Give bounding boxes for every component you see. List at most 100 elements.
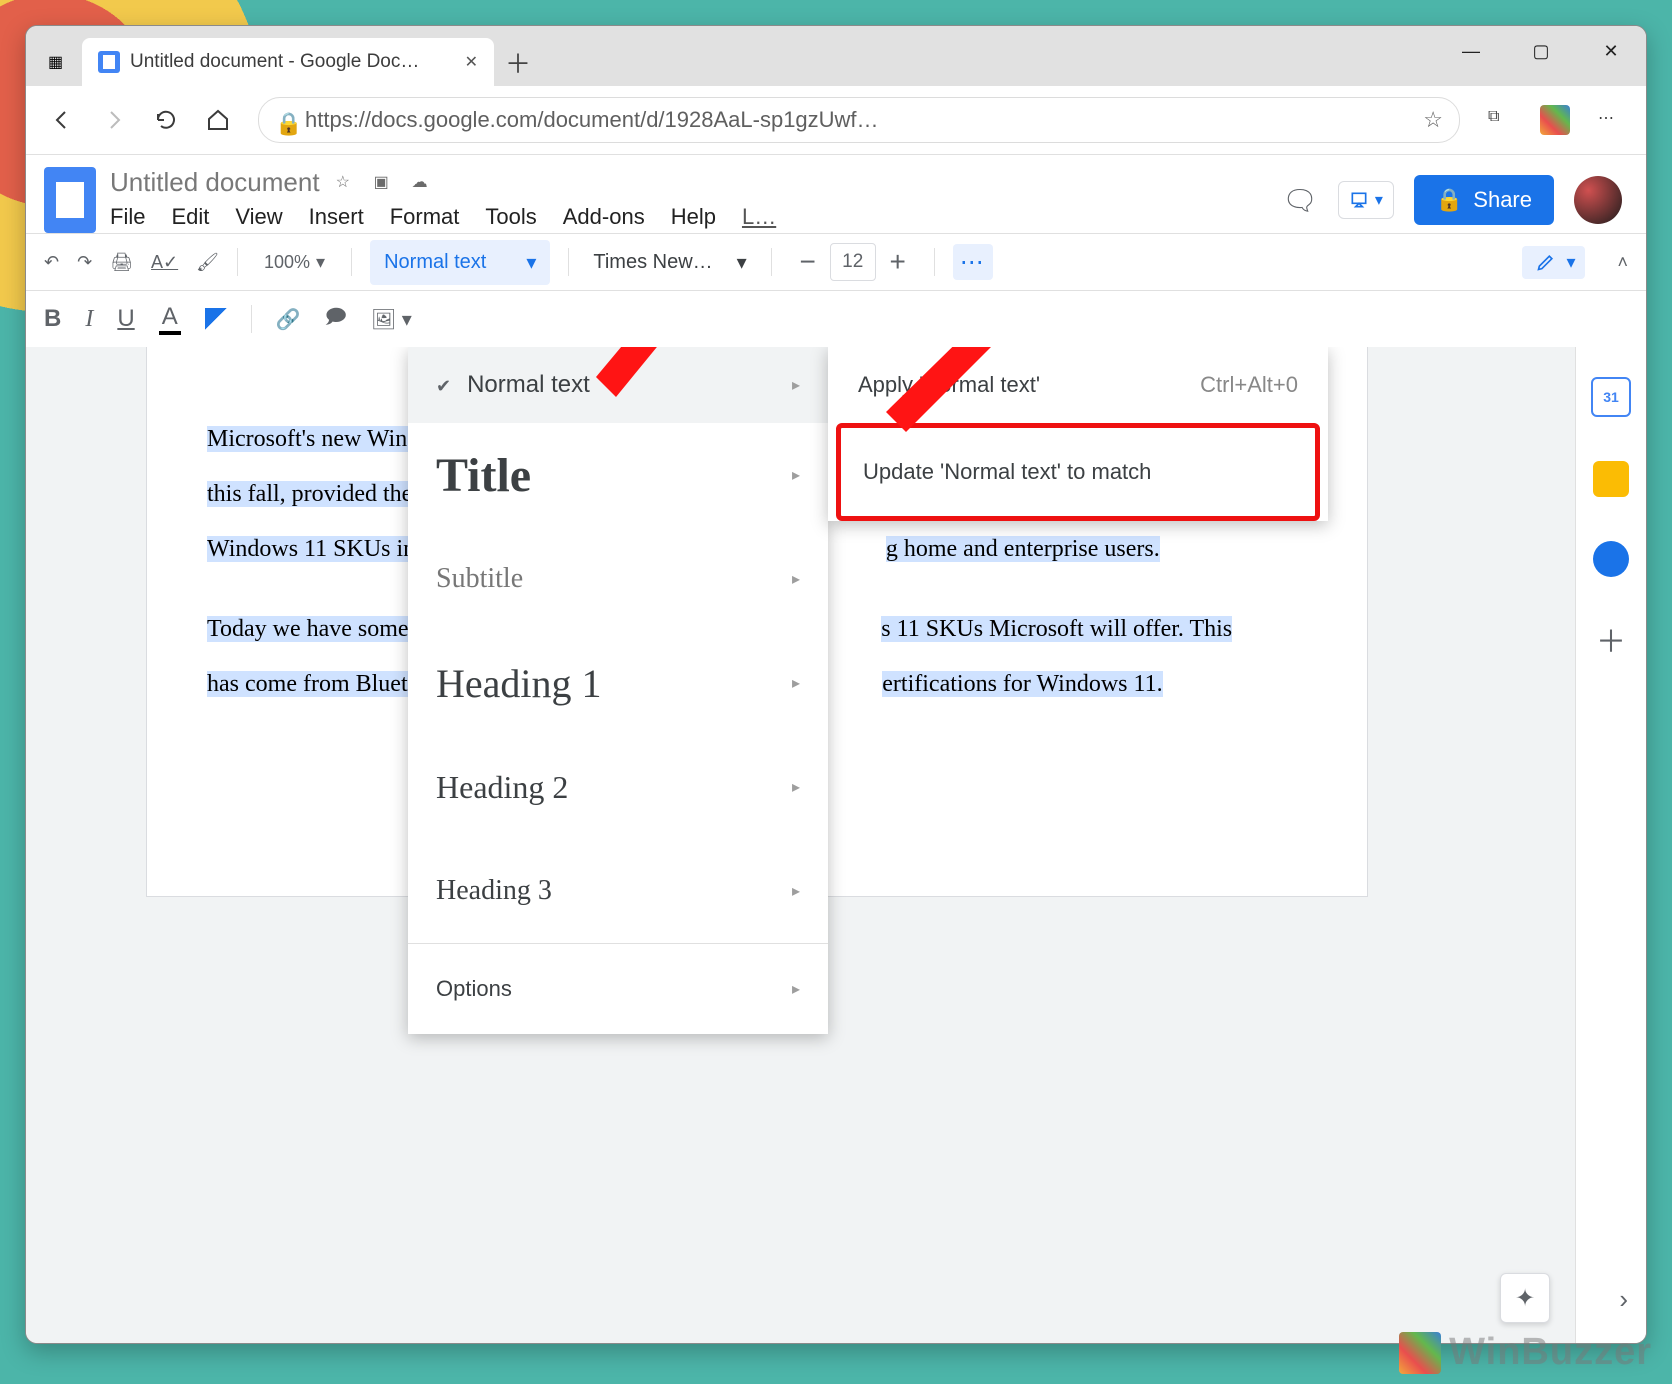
highlight-button[interactable] [205,308,227,330]
style-title[interactable]: Title ▸ [408,423,828,527]
lock-icon: 🔒 [275,111,293,129]
tab-actions-icon[interactable]: ▦ [48,52,70,74]
toolbar-primary: ↶ ↷ 🖨 A✓ 🖌 100% ▾ Normal text▾ Times New… [26,233,1646,290]
present-button[interactable]: ▾ [1338,181,1394,219]
add-addon-icon[interactable]: ＋ [1593,621,1629,657]
side-panel: ＋ [1575,347,1646,1343]
favorite-icon[interactable]: ☆ [1423,107,1443,133]
style-heading-1[interactable]: Heading 1 ▸ [408,631,828,735]
browser-titlebar: ▦ Untitled document - Google Doc… ✕ ＋ — … [26,26,1646,86]
tasks-icon[interactable] [1593,541,1629,577]
doc-text: g home and enterprise users. [886,536,1160,562]
insert-image-icon[interactable]: 🖼 ▾ [371,307,412,332]
home-icon[interactable] [206,108,230,132]
docs-logo[interactable] [44,167,96,233]
url-text: https://docs.google.com/document/d/1928A… [305,107,1411,133]
font-size: − 12 + [790,243,916,281]
keep-icon[interactable] [1593,461,1629,497]
chevron-right-icon: ▸ [792,375,800,395]
browser-tab[interactable]: Untitled document - Google Doc… ✕ [82,38,494,86]
close-tab-icon[interactable]: ✕ [465,52,478,72]
cloud-status-icon[interactable]: ☁ [412,172,434,194]
doc-text: s 11 SKUs Microsoft will offer. This [881,616,1232,642]
annotation-arrow [556,347,736,397]
menu-help[interactable]: Help [671,204,716,230]
font-dropdown[interactable]: Times New…▾ [587,250,752,275]
style-heading-2[interactable]: Heading 2 ▸ [408,735,828,839]
menu-insert[interactable]: Insert [309,204,364,230]
redo-icon[interactable]: ↷ [77,252,92,273]
styles-dropdown: ✔Normal text ▸ Title ▸ Subtitle ▸ Headin… [408,347,828,1034]
font-size-increase[interactable]: + [880,244,916,280]
collapse-toolbar-icon[interactable]: ˄ [1617,252,1628,273]
url-field[interactable]: 🔒 https://docs.google.com/document/d/192… [258,97,1460,143]
annotation-arrow [856,347,1036,432]
text-color-button[interactable]: A [159,303,181,335]
nav-forward-icon [102,108,126,132]
doc-text: ertifications for Windows 11. [882,671,1162,697]
font-size-field[interactable]: 12 [830,243,876,281]
spellcheck-icon[interactable]: A✓ [151,252,178,273]
menu-view[interactable]: View [235,204,282,230]
chevron-right-icon: ▸ [792,979,800,999]
document-title[interactable]: Untitled document [110,167,320,198]
chevron-right-icon: ▸ [792,569,800,589]
browser-menu-icon[interactable]: ⋯ [1598,108,1622,132]
new-tab-button[interactable]: ＋ [494,38,542,86]
nav-back-icon[interactable] [50,108,74,132]
editing-mode[interactable]: ▾ [1522,246,1585,279]
docs-header: Untitled document ☆ ▣ ☁ File Edit View I… [26,155,1646,233]
toolbar-more-icon[interactable]: ⋯ [953,244,993,280]
underline-button[interactable]: U [117,305,134,333]
window-close[interactable]: ✕ [1576,26,1646,76]
window-minimize[interactable]: — [1436,26,1506,76]
print-icon[interactable]: 🖨 [110,252,133,273]
chevron-right-icon: ▸ [792,673,800,693]
watermark-icon [1399,1332,1441,1374]
chevron-right-icon: ▸ [792,777,800,797]
share-button[interactable]: 🔒 Share [1414,175,1554,225]
comments-icon[interactable]: 🗨 [1282,184,1318,217]
document-canvas: ＋ Microsoft's new Window ew and launchin… [26,347,1646,1343]
account-avatar[interactable] [1574,176,1622,224]
refresh-icon[interactable] [154,108,178,132]
bold-button[interactable]: B [44,305,61,333]
star-icon[interactable]: ☆ [336,172,358,194]
move-icon[interactable]: ▣ [374,172,396,194]
paint-format-icon[interactable]: 🖌 [196,252,219,273]
calendar-icon[interactable] [1591,377,1631,417]
menu-edit[interactable]: Edit [171,204,209,230]
check-icon: ✔ [436,376,451,396]
browser-window: ▦ Untitled document - Google Doc… ✕ ＋ — … [25,25,1647,1344]
tab-title: Untitled document - Google Doc… [130,51,419,73]
chevron-right-icon: ▸ [792,465,800,485]
font-size-decrease[interactable]: − [790,244,826,280]
zoom-dropdown[interactable]: 100% ▾ [256,248,333,277]
last-edit[interactable]: L… [742,204,776,230]
lock-icon: 🔒 [1436,187,1463,213]
update-style-to-match[interactable]: Update 'Normal text' to match [836,423,1320,521]
insert-link-icon[interactable]: 🔗 [276,307,301,332]
menu-file[interactable]: File [110,204,145,230]
insert-comment-icon[interactable]: 🗩 [325,302,347,336]
toolbar-secondary: B I U A 🔗 🗩 🖼 ▾ [26,290,1646,347]
menu-format[interactable]: Format [390,204,460,230]
side-panel-toggle[interactable]: › [1619,1284,1628,1315]
watermark: WinBuzzer [1399,1331,1652,1374]
chevron-right-icon: ▸ [792,881,800,901]
extension-icon[interactable] [1540,105,1570,135]
collections-icon[interactable]: ⧉ [1488,108,1512,132]
menu-addons[interactable]: Add-ons [563,204,645,230]
paragraph-style-dropdown[interactable]: Normal text▾ [370,240,550,285]
menu-tools[interactable]: Tools [485,204,536,230]
italic-button[interactable]: I [85,306,93,333]
window-maximize[interactable]: ▢ [1506,26,1576,76]
address-bar: 🔒 https://docs.google.com/document/d/192… [26,86,1646,155]
menu-bar: File Edit View Insert Format Tools Add-o… [110,198,1268,230]
style-subtitle[interactable]: Subtitle ▸ [408,527,828,631]
undo-icon[interactable]: ↶ [44,252,59,273]
explore-button[interactable]: ✦ [1500,1273,1550,1323]
style-heading-3[interactable]: Heading 3 ▸ [408,839,828,943]
style-options[interactable]: Options ▸ [408,943,828,1034]
docs-favicon [98,51,120,73]
